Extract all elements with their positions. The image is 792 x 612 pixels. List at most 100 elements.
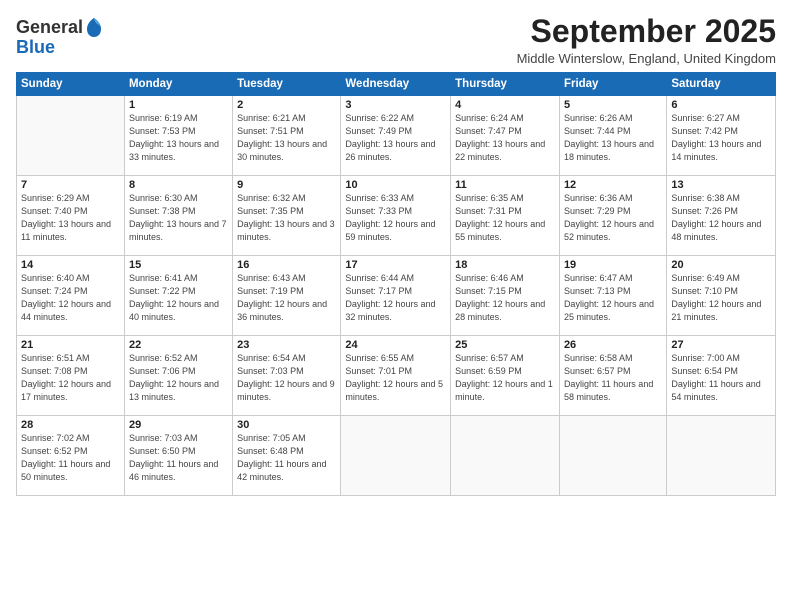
day-number: 11 [455, 179, 555, 191]
day-number: 7 [21, 179, 120, 191]
sun-info: Sunrise: 6:40 AMSunset: 7:24 PMDaylight:… [21, 272, 120, 324]
sun-info: Sunrise: 6:26 AMSunset: 7:44 PMDaylight:… [564, 112, 662, 164]
daylight-line: Daylight: 13 hours and 26 minutes. [345, 138, 446, 164]
table-row: 14Sunrise: 6:40 AMSunset: 7:24 PMDayligh… [17, 256, 125, 336]
table-row [341, 416, 451, 496]
sun-info: Sunrise: 6:21 AMSunset: 7:51 PMDaylight:… [237, 112, 336, 164]
sun-info: Sunrise: 6:38 AMSunset: 7:26 PMDaylight:… [671, 192, 771, 244]
table-row: 9Sunrise: 6:32 AMSunset: 7:35 PMDaylight… [233, 176, 341, 256]
sunset-line: Sunset: 7:53 PM [129, 125, 228, 138]
sunset-line: Sunset: 7:10 PM [671, 285, 771, 298]
day-number: 20 [671, 259, 771, 271]
sunset-line: Sunset: 7:01 PM [345, 365, 446, 378]
sun-info: Sunrise: 6:43 AMSunset: 7:19 PMDaylight:… [237, 272, 336, 324]
sun-info: Sunrise: 6:52 AMSunset: 7:06 PMDaylight:… [129, 352, 228, 404]
day-number: 1 [129, 99, 228, 111]
sunrise-line: Sunrise: 6:24 AM [455, 112, 555, 125]
sunset-line: Sunset: 7:42 PM [671, 125, 771, 138]
sunrise-line: Sunrise: 6:49 AM [671, 272, 771, 285]
daylight-line: Daylight: 12 hours and 44 minutes. [21, 298, 120, 324]
sun-info: Sunrise: 6:27 AMSunset: 7:42 PMDaylight:… [671, 112, 771, 164]
sunrise-line: Sunrise: 7:03 AM [129, 432, 228, 445]
table-row: 3Sunrise: 6:22 AMSunset: 7:49 PMDaylight… [341, 96, 451, 176]
sun-info: Sunrise: 6:57 AMSunset: 6:59 PMDaylight:… [455, 352, 555, 404]
logo-general: General [16, 18, 83, 38]
sunset-line: Sunset: 7:24 PM [21, 285, 120, 298]
table-row [17, 96, 125, 176]
sun-info: Sunrise: 6:54 AMSunset: 7:03 PMDaylight:… [237, 352, 336, 404]
sunset-line: Sunset: 7:29 PM [564, 205, 662, 218]
table-row: 21Sunrise: 6:51 AMSunset: 7:08 PMDayligh… [17, 336, 125, 416]
sunrise-line: Sunrise: 6:38 AM [671, 192, 771, 205]
calendar-week-row: 1Sunrise: 6:19 AMSunset: 7:53 PMDaylight… [17, 96, 776, 176]
sun-info: Sunrise: 6:46 AMSunset: 7:15 PMDaylight:… [455, 272, 555, 324]
sunrise-line: Sunrise: 6:29 AM [21, 192, 120, 205]
col-monday: Monday [124, 73, 232, 96]
table-row [451, 416, 560, 496]
table-row: 29Sunrise: 7:03 AMSunset: 6:50 PMDayligh… [124, 416, 232, 496]
daylight-line: Daylight: 11 hours and 42 minutes. [237, 458, 336, 484]
sunset-line: Sunset: 7:44 PM [564, 125, 662, 138]
daylight-line: Daylight: 12 hours and 17 minutes. [21, 378, 120, 404]
daylight-line: Daylight: 12 hours and 40 minutes. [129, 298, 228, 324]
table-row: 11Sunrise: 6:35 AMSunset: 7:31 PMDayligh… [451, 176, 560, 256]
day-number: 21 [21, 339, 120, 351]
sun-info: Sunrise: 6:19 AMSunset: 7:53 PMDaylight:… [129, 112, 228, 164]
daylight-line: Daylight: 12 hours and 52 minutes. [564, 218, 662, 244]
sunset-line: Sunset: 7:26 PM [671, 205, 771, 218]
table-row [667, 416, 776, 496]
sunrise-line: Sunrise: 6:26 AM [564, 112, 662, 125]
day-number: 24 [345, 339, 446, 351]
sunrise-line: Sunrise: 6:47 AM [564, 272, 662, 285]
table-row: 28Sunrise: 7:02 AMSunset: 6:52 PMDayligh… [17, 416, 125, 496]
daylight-line: Daylight: 12 hours and 1 minute. [455, 378, 555, 404]
daylight-line: Daylight: 13 hours and 14 minutes. [671, 138, 771, 164]
table-row: 20Sunrise: 6:49 AMSunset: 7:10 PMDayligh… [667, 256, 776, 336]
page: General Blue September 2025 Middle Winte… [0, 0, 792, 612]
sunset-line: Sunset: 7:49 PM [345, 125, 446, 138]
daylight-line: Daylight: 12 hours and 21 minutes. [671, 298, 771, 324]
table-row: 12Sunrise: 6:36 AMSunset: 7:29 PMDayligh… [559, 176, 666, 256]
table-row: 25Sunrise: 6:57 AMSunset: 6:59 PMDayligh… [451, 336, 560, 416]
sun-info: Sunrise: 6:41 AMSunset: 7:22 PMDaylight:… [129, 272, 228, 324]
day-number: 28 [21, 419, 120, 431]
day-number: 18 [455, 259, 555, 271]
sunset-line: Sunset: 7:08 PM [21, 365, 120, 378]
day-number: 25 [455, 339, 555, 351]
day-number: 3 [345, 99, 446, 111]
day-number: 29 [129, 419, 228, 431]
day-number: 9 [237, 179, 336, 191]
sunrise-line: Sunrise: 6:43 AM [237, 272, 336, 285]
daylight-line: Daylight: 11 hours and 50 minutes. [21, 458, 120, 484]
day-number: 30 [237, 419, 336, 431]
location: Middle Winterslow, England, United Kingd… [517, 51, 776, 66]
day-number: 2 [237, 99, 336, 111]
table-row: 27Sunrise: 7:00 AMSunset: 6:54 PMDayligh… [667, 336, 776, 416]
sunrise-line: Sunrise: 6:33 AM [345, 192, 446, 205]
day-number: 6 [671, 99, 771, 111]
sun-info: Sunrise: 6:58 AMSunset: 6:57 PMDaylight:… [564, 352, 662, 404]
col-sunday: Sunday [17, 73, 125, 96]
sun-info: Sunrise: 6:32 AMSunset: 7:35 PMDaylight:… [237, 192, 336, 244]
calendar-table: Sunday Monday Tuesday Wednesday Thursday… [16, 72, 776, 496]
sunset-line: Sunset: 7:03 PM [237, 365, 336, 378]
sunset-line: Sunset: 7:35 PM [237, 205, 336, 218]
day-number: 26 [564, 339, 662, 351]
daylight-line: Daylight: 13 hours and 7 minutes. [129, 218, 228, 244]
day-number: 10 [345, 179, 446, 191]
sunset-line: Sunset: 7:19 PM [237, 285, 336, 298]
sunrise-line: Sunrise: 7:05 AM [237, 432, 336, 445]
table-row: 2Sunrise: 6:21 AMSunset: 7:51 PMDaylight… [233, 96, 341, 176]
table-row: 16Sunrise: 6:43 AMSunset: 7:19 PMDayligh… [233, 256, 341, 336]
sun-info: Sunrise: 6:49 AMSunset: 7:10 PMDaylight:… [671, 272, 771, 324]
header: General Blue September 2025 Middle Winte… [16, 14, 776, 66]
sunset-line: Sunset: 7:22 PM [129, 285, 228, 298]
month-title: September 2025 [517, 14, 776, 49]
sunrise-line: Sunrise: 6:51 AM [21, 352, 120, 365]
sunset-line: Sunset: 7:51 PM [237, 125, 336, 138]
daylight-line: Daylight: 12 hours and 9 minutes. [237, 378, 336, 404]
calendar-header-row: Sunday Monday Tuesday Wednesday Thursday… [17, 73, 776, 96]
table-row: 22Sunrise: 6:52 AMSunset: 7:06 PMDayligh… [124, 336, 232, 416]
table-row: 8Sunrise: 6:30 AMSunset: 7:38 PMDaylight… [124, 176, 232, 256]
daylight-line: Daylight: 11 hours and 58 minutes. [564, 378, 662, 404]
